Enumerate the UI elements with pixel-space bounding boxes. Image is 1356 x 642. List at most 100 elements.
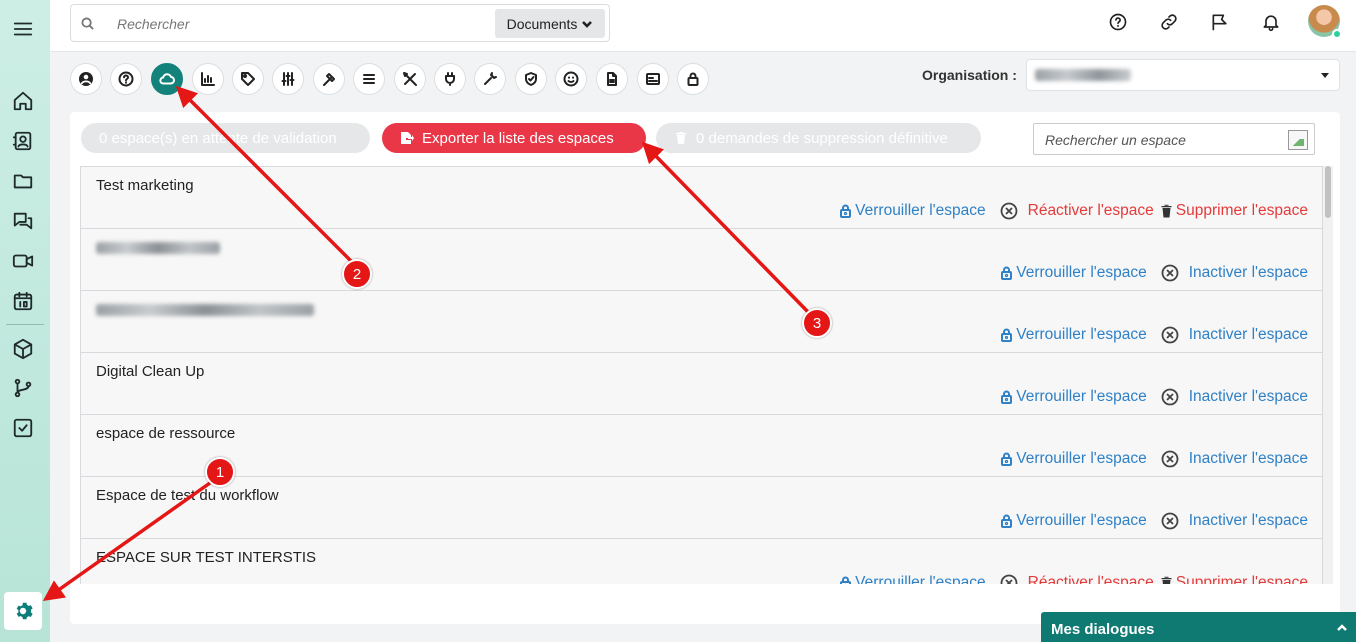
lock-space-link[interactable]: Verrouiller l'espace [1000, 388, 1147, 406]
cloud-icon [159, 73, 175, 85]
broken-image-icon[interactable] [1288, 130, 1308, 150]
lock-space-link[interactable]: Verrouiller l'espace [839, 574, 986, 584]
search-icon [81, 17, 95, 31]
x-circle-icon [1161, 326, 1179, 344]
toolbar-card-button[interactable] [637, 63, 669, 95]
x-circle-icon [1000, 202, 1018, 220]
search-scope-select[interactable]: Documents [495, 9, 605, 38]
tools-icon [403, 72, 417, 86]
lock-icon [1001, 328, 1013, 342]
space-row[interactable]: Verrouiller l'espace Inactiver l'espace [80, 291, 1323, 353]
left-sidebar [0, 0, 50, 642]
x-circle-icon [1161, 512, 1179, 530]
export-spaces-button[interactable]: Exporter la liste des espaces [382, 123, 646, 153]
space-row[interactable]: espace de ressource Verrouiller l'espace… [80, 415, 1323, 477]
settings-button[interactable] [4, 592, 42, 630]
space-search-input[interactable] [1045, 131, 1275, 149]
trash-icon [1161, 576, 1172, 584]
deactivate-space-link[interactable]: Inactiver l'espace [1189, 264, 1308, 282]
toolbar-cloud-button[interactable] [151, 63, 183, 95]
help-icon[interactable] [1108, 12, 1130, 34]
reactivate-space-link[interactable]: Réactiver l'espace [1028, 574, 1154, 584]
toolbar-lock-button[interactable] [677, 63, 709, 95]
organisation-select[interactable] [1026, 59, 1340, 91]
lock-space-link[interactable]: Verrouiller l'espace [1000, 326, 1147, 344]
flag-icon[interactable] [1210, 12, 1232, 34]
delete-requests-label: 0 demandes de suppression définitive [696, 129, 948, 147]
x-circle-icon [1000, 574, 1018, 584]
gear-icon [16, 602, 33, 620]
toolbar-list-button[interactable] [353, 63, 385, 95]
wrench-icon [484, 72, 497, 85]
toolbar-settings-button[interactable] [272, 63, 304, 95]
reactivate-space-link[interactable]: Réactiver l'espace [1028, 202, 1154, 220]
list-scrollbar-thumb[interactable] [1325, 166, 1331, 218]
toolbar-stats-button[interactable] [192, 63, 224, 95]
toolbar-maintenance-button[interactable] [474, 63, 506, 95]
top-bar: Documents [50, 0, 1356, 52]
search-input[interactable] [117, 13, 487, 35]
my-dialogs-label: Mes dialogues [1051, 621, 1155, 638]
x-circle-icon [1161, 264, 1179, 282]
toolbar-emoji-button[interactable] [555, 63, 587, 95]
tasks-icon[interactable] [11, 416, 35, 440]
lock-icon [1001, 266, 1013, 280]
menu-icon[interactable] [11, 17, 35, 41]
online-status-dot [1332, 29, 1342, 39]
delete-space-link[interactable]: Supprimer l'espace [1160, 202, 1308, 220]
sidebar-divider [6, 324, 44, 325]
lock-space-link[interactable]: Verrouiller l'espace [1000, 512, 1147, 530]
space-row[interactable]: Digital Clean Up Verrouiller l'espace Ina… [80, 353, 1323, 415]
space-name: Digital Clean Up [96, 363, 205, 380]
avatar[interactable] [1308, 5, 1342, 39]
user-icon [79, 72, 93, 86]
lock-space-link[interactable]: Verrouiller l'espace [839, 202, 986, 220]
lock-icon [840, 576, 852, 584]
annotation-badge-3: 3 [802, 308, 832, 338]
caret-down-icon [1321, 73, 1329, 78]
space-row[interactable]: Verrouiller l'espace Inactiver l'espace [80, 229, 1323, 291]
global-search: Documents [70, 4, 610, 42]
lock-icon [1001, 514, 1013, 528]
box-icon[interactable] [11, 337, 35, 361]
toolbar-user-button[interactable] [70, 63, 102, 95]
home-icon[interactable] [11, 89, 35, 113]
spaces-panel: 0 espace(s) en attente de validation Exp… [70, 112, 1340, 624]
toolbar-plugins-button[interactable] [434, 63, 466, 95]
calendar-icon[interactable] [11, 289, 35, 313]
delete-space-link[interactable]: Supprimer l'espace [1160, 574, 1308, 584]
bell-icon[interactable] [1261, 12, 1283, 34]
toolbar-help-button[interactable] [110, 63, 142, 95]
space-row[interactable]: Test marketing Verrouiller l'espace Réact… [80, 167, 1323, 229]
lock-space-link[interactable]: Verrouiller l'espace [1000, 264, 1147, 282]
video-icon[interactable] [11, 249, 35, 273]
pending-validation-button[interactable]: 0 espace(s) en attente de validation [81, 123, 370, 153]
lock-icon [840, 204, 852, 218]
toolbar-tags-button[interactable] [232, 63, 264, 95]
chart-icon [201, 72, 215, 86]
chat-icon[interactable] [11, 209, 35, 233]
toolbar-build-button[interactable] [313, 63, 345, 95]
space-row[interactable]: Espace de test du workflow Verrouiller l… [80, 477, 1323, 539]
delete-requests-button[interactable]: 0 demandes de suppression définitive [656, 123, 981, 153]
folder-icon[interactable] [11, 169, 35, 193]
contacts-icon[interactable] [11, 129, 35, 153]
deactivate-space-link[interactable]: Inactiver l'espace [1189, 450, 1308, 468]
organisation-value-redacted [1035, 69, 1131, 81]
lock-space-link[interactable]: Verrouiller l'espace [1000, 450, 1147, 468]
space-row[interactable]: ESPACE SUR TEST INTERSTIS Verrouiller l'… [80, 539, 1323, 584]
trash-icon [1161, 204, 1172, 218]
deactivate-space-link[interactable]: Inactiver l'espace [1189, 512, 1308, 530]
link-icon[interactable] [1159, 12, 1181, 34]
my-dialogs-bar[interactable]: Mes dialogues [1041, 612, 1356, 642]
toolbar-documents-button[interactable] [596, 63, 628, 95]
deactivate-space-link[interactable]: Inactiver l'espace [1189, 326, 1308, 344]
annotation-badge-1: 1 [205, 457, 235, 487]
toolbar-security-button[interactable] [515, 63, 547, 95]
spaces-list: Test marketing Verrouiller l'espace Réact… [80, 166, 1323, 584]
workflow-icon[interactable] [11, 376, 35, 400]
hammer-icon [323, 73, 335, 86]
deactivate-space-link[interactable]: Inactiver l'espace [1189, 388, 1308, 406]
toolbar-tools-button[interactable] [394, 63, 426, 95]
list-scrollbar[interactable] [1323, 166, 1333, 584]
